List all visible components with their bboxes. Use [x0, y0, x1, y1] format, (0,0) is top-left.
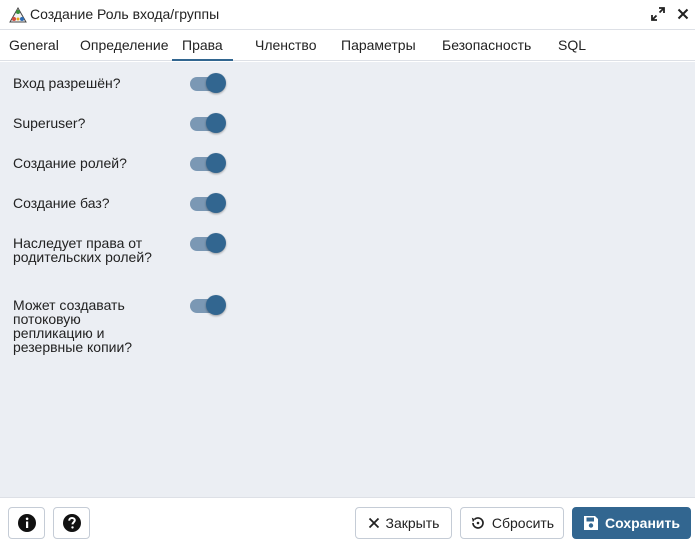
switch-thumb — [206, 113, 226, 133]
superuser-label: Superuser? — [13, 115, 86, 131]
can-login-label: Вход разрешён? — [13, 75, 121, 91]
superuser-switch[interactable] — [190, 113, 228, 135]
switch-thumb — [206, 73, 226, 93]
create-roles-label: Создание ролей? — [13, 155, 127, 171]
expand-icon[interactable] — [650, 6, 666, 22]
info-button[interactable] — [8, 507, 45, 539]
save-icon — [583, 515, 599, 531]
save-button-label: Сохранить — [605, 515, 680, 531]
help-button[interactable] — [53, 507, 90, 539]
privileges-panel: Вход разрешён? Superuser? Создание ролей… — [0, 62, 695, 497]
switch-thumb — [206, 295, 226, 315]
tab-general[interactable]: General — [9, 31, 59, 61]
switch-thumb — [206, 233, 226, 253]
close-button-label: Закрыть — [385, 515, 440, 531]
reset-icon — [470, 515, 486, 531]
create-databases-switch[interactable] — [190, 193, 228, 215]
tab-security[interactable]: Безопасность — [442, 31, 531, 61]
create-roles-switch[interactable] — [190, 153, 228, 175]
create-databases-label: Создание баз? — [13, 195, 110, 211]
tab-sql[interactable]: SQL — [558, 31, 586, 61]
dialog-footer: Закрыть Сбросить Сохранить — [0, 497, 695, 542]
tab-definition[interactable]: Определение — [80, 31, 169, 61]
close-x-icon — [368, 517, 380, 529]
dialog-title: Создание Роль входа/группы — [30, 6, 220, 22]
help-icon — [62, 513, 82, 533]
reset-button[interactable]: Сбросить — [460, 507, 564, 539]
tab-membership[interactable]: Членство — [255, 31, 317, 61]
replication-label: Может создавать потоковую репликацию и р… — [13, 297, 133, 355]
tab-privileges[interactable]: Права — [172, 31, 233, 61]
inherit-rights-label: Наследует права от родительских ролей? — [13, 235, 152, 265]
close-button[interactable]: Закрыть — [355, 507, 452, 539]
can-login-switch[interactable] — [190, 73, 228, 95]
info-icon — [17, 513, 37, 533]
pgadmin-role-icon — [9, 6, 27, 23]
tab-parameters[interactable]: Параметры — [341, 31, 416, 61]
reset-button-label: Сбросить — [491, 515, 555, 531]
save-button[interactable]: Сохранить — [572, 507, 691, 539]
switch-thumb — [206, 193, 226, 213]
tab-bar: General Определение Права Членство Парам… — [0, 31, 695, 61]
switch-thumb — [206, 153, 226, 173]
dialog-titlebar: Создание Роль входа/группы — [0, 0, 695, 30]
inherit-rights-switch[interactable] — [190, 233, 228, 255]
close-icon[interactable] — [675, 6, 691, 22]
replication-switch[interactable] — [190, 295, 228, 317]
